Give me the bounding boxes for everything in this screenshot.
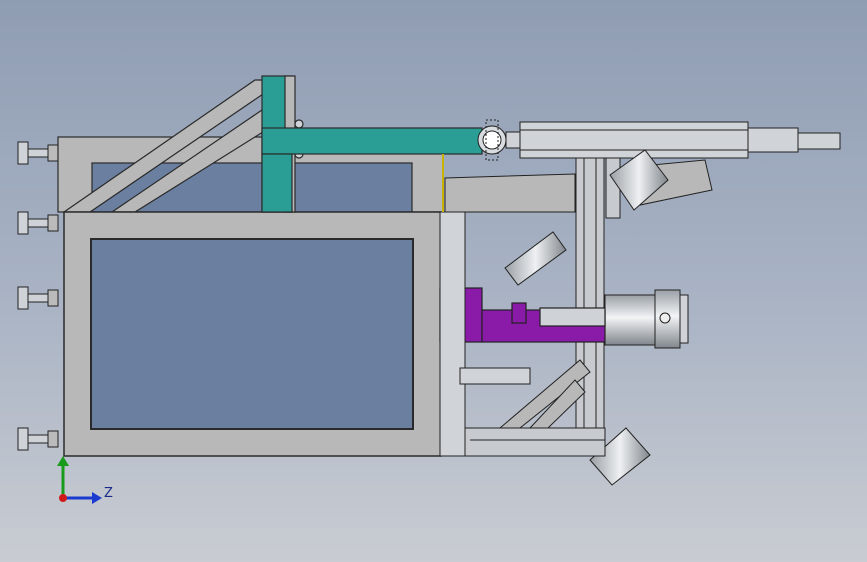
leveling-feet (17, 141, 59, 451)
foot-3 (17, 286, 59, 310)
assembly-drawing (17, 75, 841, 504)
cad-viewport[interactable]: Z (0, 0, 867, 562)
z-axis-label: Z (104, 486, 113, 501)
foot-2 (17, 211, 59, 235)
foot-4 (17, 427, 59, 451)
axis-triad (57, 456, 102, 504)
foot-1 (17, 141, 59, 165)
origin-icon (59, 494, 67, 502)
top-linear-module (505, 121, 841, 159)
pneumatic-cylinder (604, 289, 689, 349)
front-frame (63, 211, 442, 457)
